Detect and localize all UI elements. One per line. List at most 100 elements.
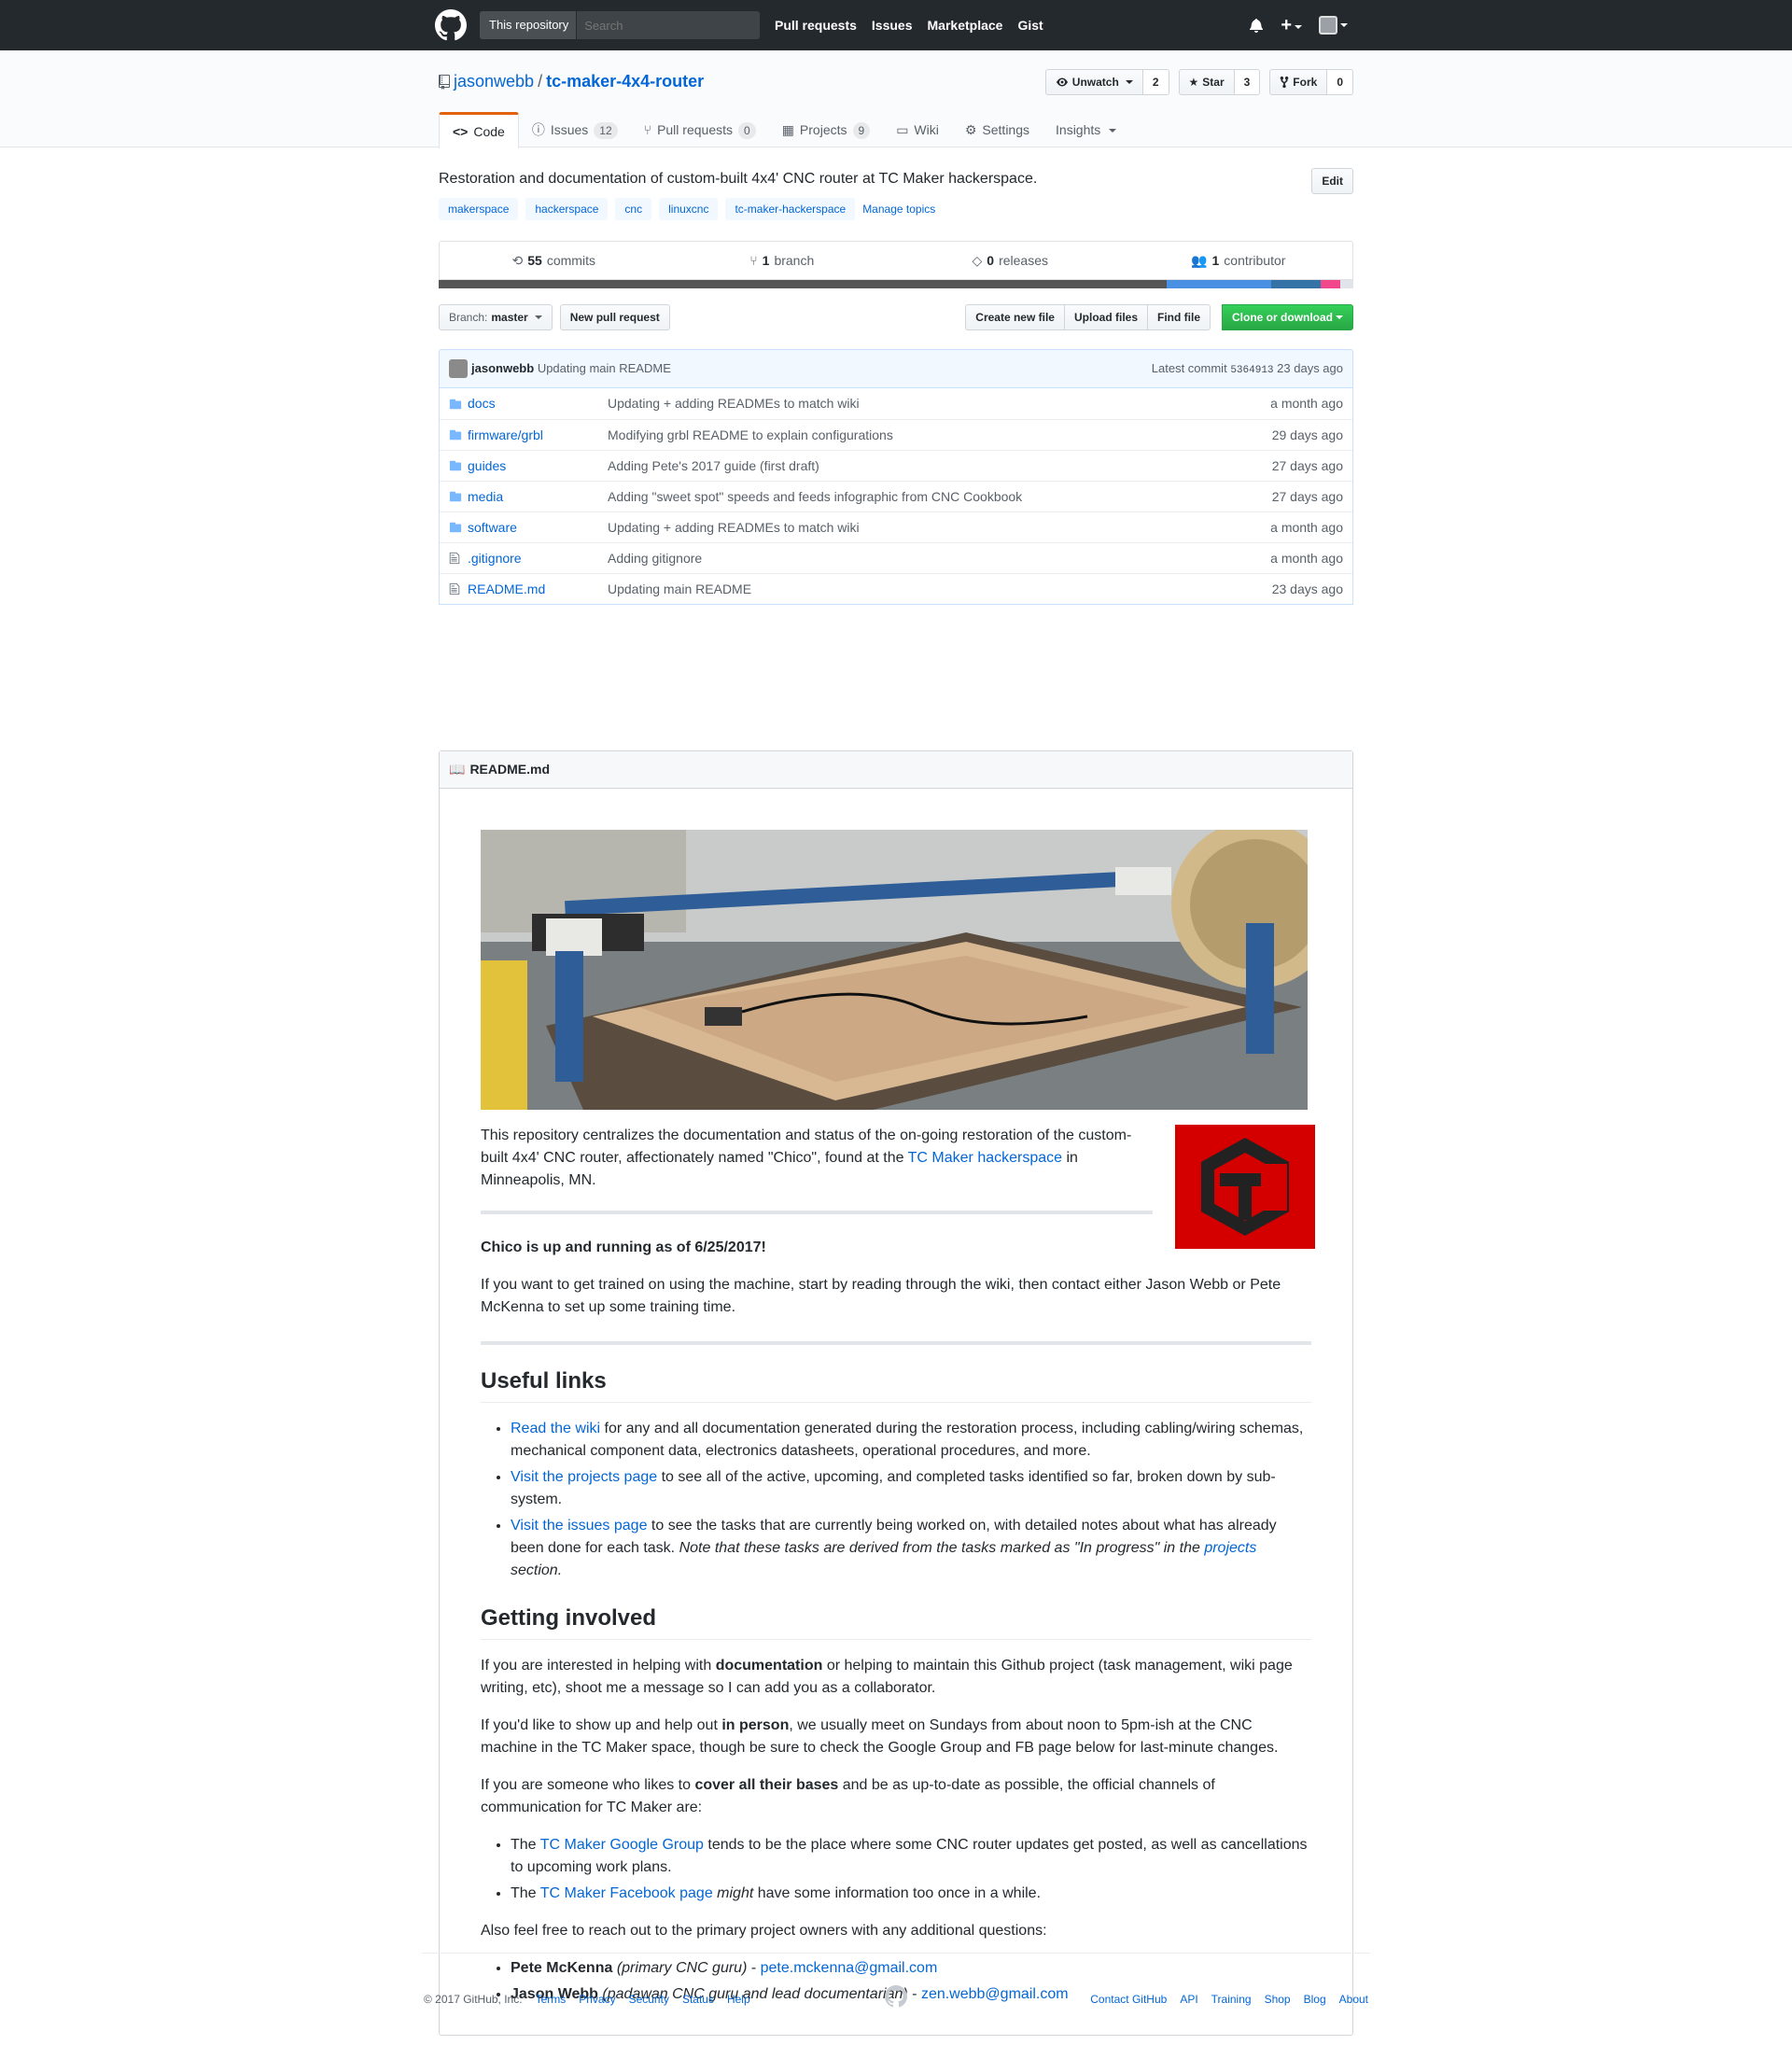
wiki-link[interactable]: Read the wiki [511,1421,600,1436]
topic-tag[interactable]: tc-maker-hackerspace [725,198,856,220]
file-name-link[interactable]: software [468,520,517,535]
find-file-button[interactable]: Find file [1147,304,1211,330]
projects-page-link[interactable]: Visit the projects page [511,1469,657,1485]
file-commit-message[interactable]: Updating main README [608,580,1212,599]
tab-insights[interactable]: Insights [1043,112,1129,148]
star-count[interactable]: 3 [1234,69,1261,95]
file-commit-message[interactable]: Updating + adding READMEs to match wiki [608,518,1212,538]
language-segment[interactable] [1340,280,1353,288]
file-name-link[interactable]: README.md [468,581,545,596]
commit-author[interactable]: jasonwebb [471,361,534,375]
bell-icon[interactable] [1249,18,1264,33]
footer-link[interactable]: Terms [536,1991,567,2008]
topic-tag[interactable]: linuxcnc [659,198,719,220]
search-input[interactable] [577,18,746,33]
file-name-link[interactable]: media [468,489,503,504]
header-nav-pull-requests[interactable]: Pull requests [775,16,857,35]
tab-wiki[interactable]: ▭ Wiki [883,112,952,148]
gear-icon: ⚙ [964,122,977,137]
github-logo-icon[interactable] [435,9,467,41]
topic-tag[interactable]: makerspace [439,198,519,220]
status-text: Chico is up and running as of 6/25/2017! [481,1240,766,1255]
profile-dropdown[interactable] [1319,16,1348,35]
file-commit-message[interactable]: Modifying grbl README to explain configu… [608,426,1212,445]
file-icon-cell [440,428,468,441]
header-nav-issues[interactable]: Issues [872,16,913,35]
footer-link[interactable]: Blog [1304,1991,1326,2008]
watch-count[interactable]: 2 [1142,69,1169,95]
paragraph-bold: cover all their bases [694,1777,839,1793]
github-mark-icon[interactable] [885,1985,907,2008]
repo-name-link[interactable]: tc-maker-4x4-router [546,69,704,94]
tab-settings[interactable]: ⚙ Settings [952,112,1043,148]
tab-pull-requests-label: Pull requests [657,122,733,137]
file-name-link[interactable]: .gitignore [468,551,522,566]
footer-link[interactable]: Privacy [579,1991,615,2008]
language-segment[interactable] [1167,280,1271,288]
unwatch-button[interactable]: Unwatch [1044,69,1143,95]
contributors-summary[interactable]: 👥 1 contributor [1125,242,1353,279]
releases-summary[interactable]: ◇ 0 releases [896,242,1125,279]
edit-description-button[interactable]: Edit [1311,168,1353,194]
search-scope[interactable]: This repository [480,11,578,39]
manage-topics-link[interactable]: Manage topics [862,201,935,217]
tab-pull-requests[interactable]: ⑂ Pull requests 0 [631,112,769,148]
footer-link[interactable]: About [1339,1991,1368,2008]
footer-link[interactable]: Security [629,1991,669,2008]
language-bar[interactable] [439,280,1353,288]
issues-page-link[interactable]: Visit the issues page [511,1518,647,1534]
repo-owner-link[interactable]: jasonwebb [454,69,534,94]
commit-message[interactable]: Updating main README [538,361,671,375]
topic-tag[interactable]: hackerspace [525,198,609,220]
list-item-text: have some information too once in a whil… [753,1885,1042,1901]
header-nav-marketplace[interactable]: Marketplace [928,16,1003,35]
branch-summary[interactable]: ⑂ 1 branch [668,242,897,279]
avatar[interactable] [449,359,468,379]
file-actions: Create new file Upload files Find file [965,304,1211,330]
projects-link[interactable]: projects [1204,1540,1256,1556]
footer-link[interactable]: Training [1211,1991,1252,2008]
footer-link[interactable]: Shop [1265,1991,1291,2008]
google-group-link[interactable]: TC Maker Google Group [540,1837,704,1853]
language-segment[interactable] [1320,280,1341,288]
language-segment[interactable] [1270,280,1321,288]
create-new-file-button[interactable]: Create new file [965,304,1065,330]
facebook-page-link[interactable]: TC Maker Facebook page [540,1885,713,1901]
commits-summary[interactable]: ⟲ 55 commits [440,242,668,279]
footer-link[interactable]: Status [682,1991,714,2008]
file-icon [449,582,460,595]
file-commit-message[interactable]: Adding gitignore [608,549,1212,568]
clone-download-button[interactable]: Clone or download [1222,304,1353,330]
tab-code-label: Code [473,123,505,139]
footer-link[interactable]: Help [727,1991,750,2008]
fork-button[interactable]: Fork [1269,69,1328,95]
list-item: The TC Maker Google Group tends to be th… [511,1834,1311,1879]
file-commit-message[interactable]: Adding Pete's 2017 guide (first draft) [608,456,1212,476]
new-dropdown[interactable]: + [1281,11,1302,39]
tc-maker-link[interactable]: TC Maker hackerspace [908,1150,1062,1166]
footer-link[interactable]: API [1180,1991,1197,2008]
upload-files-button[interactable]: Upload files [1063,304,1148,330]
file-name-link[interactable]: guides [468,458,506,473]
header-nav-gist[interactable]: Gist [1017,16,1043,35]
file-commit-message[interactable]: Updating + adding READMEs to match wiki [608,394,1212,413]
tab-projects[interactable]: ▦ Projects 9 [769,112,884,148]
file-name-link[interactable]: firmware/grbl [468,427,543,442]
training-paragraph: If you want to get trained on using the … [481,1277,1281,1315]
language-segment[interactable] [439,280,1168,288]
topic-tag[interactable]: cnc [615,198,652,220]
list-item: Read the wiki for any and all documentat… [511,1418,1311,1463]
star-button[interactable]: ★ Star [1178,69,1235,95]
tab-code[interactable]: <> Code [439,112,519,148]
tab-issues[interactable]: ⓘ Issues 12 [519,112,631,148]
site-footer: © 2017 GitHub, Inc. Terms Privacy Securi… [422,1953,1370,2009]
file-name-cell: guides [468,456,608,476]
footer-link[interactable]: Contact GitHub [1090,1991,1167,2008]
file-name-link[interactable]: docs [468,396,496,411]
tab-issues-label: Issues [550,122,589,137]
new-pull-request-button[interactable]: New pull request [559,304,670,330]
commit-sha[interactable]: 5364913 [1230,365,1273,376]
file-commit-message[interactable]: Adding "sweet spot" speeds and feeds inf… [608,487,1212,507]
fork-count[interactable]: 0 [1327,69,1353,95]
branch-select-button[interactable]: Branch: master [439,304,553,330]
